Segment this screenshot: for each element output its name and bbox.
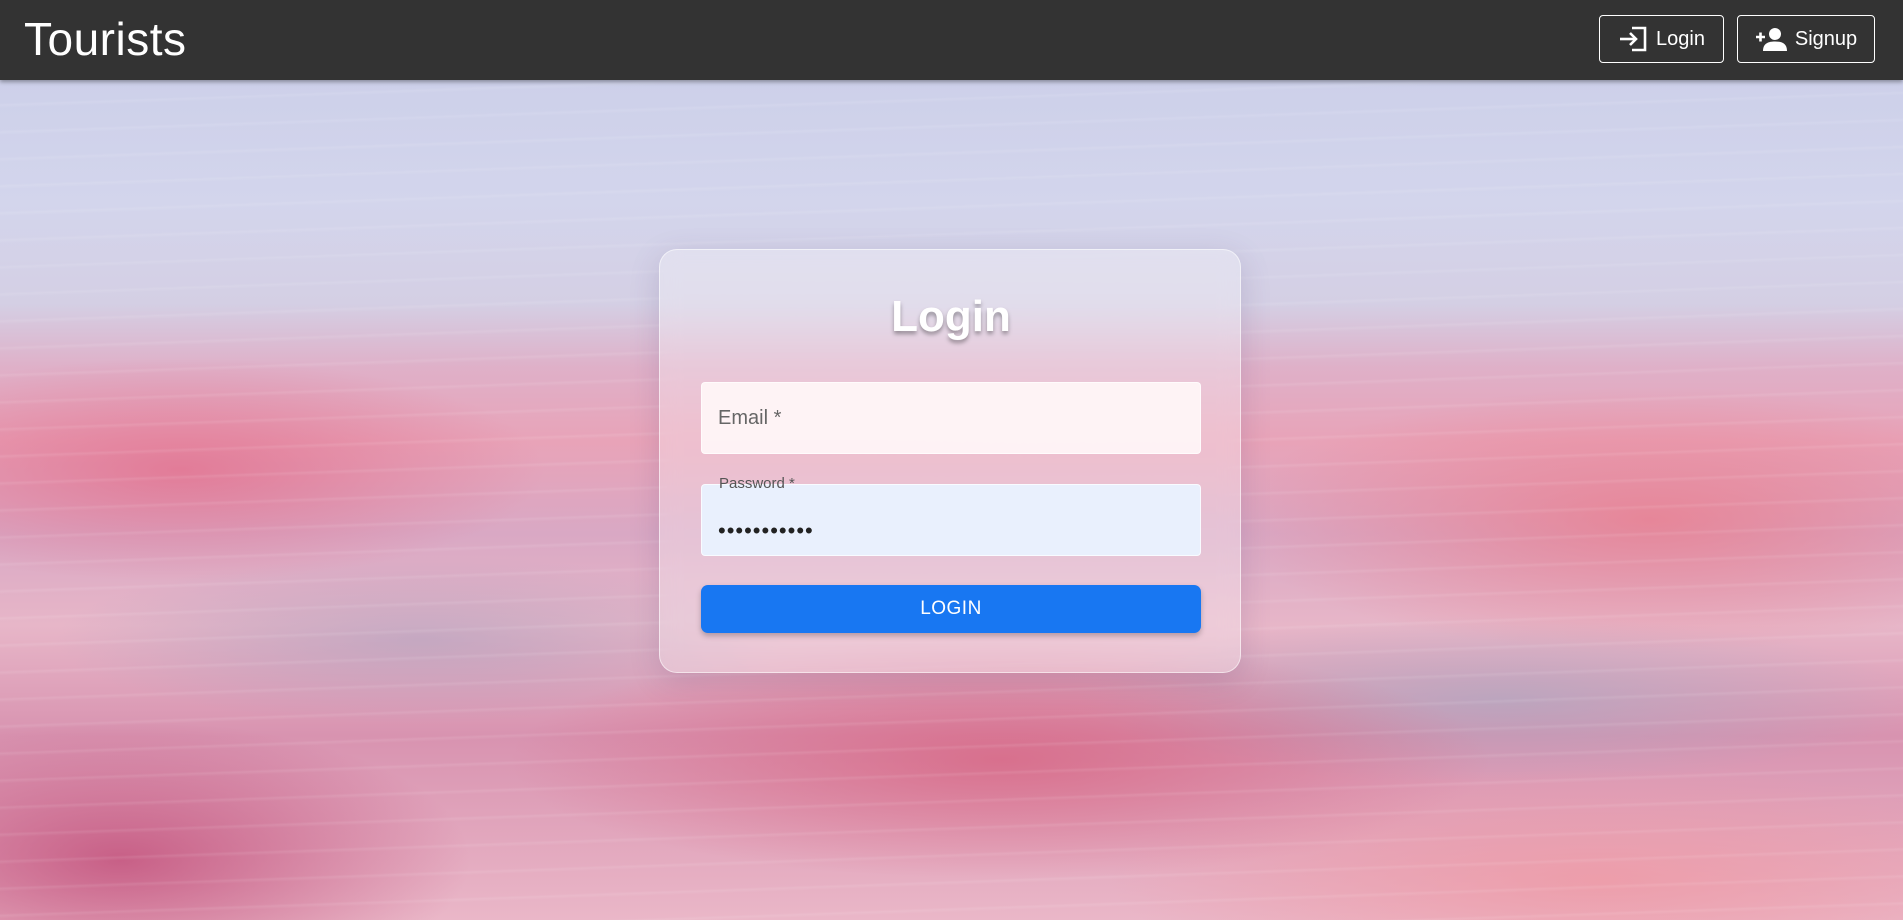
nav-signup-button[interactable]: Signup (1737, 15, 1875, 63)
email-field[interactable] (701, 382, 1201, 454)
login-submit-button[interactable]: LOGIN (701, 585, 1201, 633)
password-input[interactable] (702, 485, 1200, 555)
nav-login-button[interactable]: Login (1599, 15, 1724, 63)
login-title: Login (891, 292, 1011, 341)
login-card: Login Password * LOGIN (659, 249, 1241, 673)
email-input[interactable] (702, 383, 1200, 453)
login-icon (1618, 26, 1648, 52)
nav-login-label: Login (1656, 27, 1705, 50)
password-field[interactable]: Password * (701, 475, 1201, 556)
top-app-bar: Tourists Login Signup (0, 0, 1903, 80)
brand-title: Tourists (24, 13, 187, 65)
nav-signup-label: Signup (1794, 27, 1858, 50)
person-add-icon (1755, 26, 1787, 52)
